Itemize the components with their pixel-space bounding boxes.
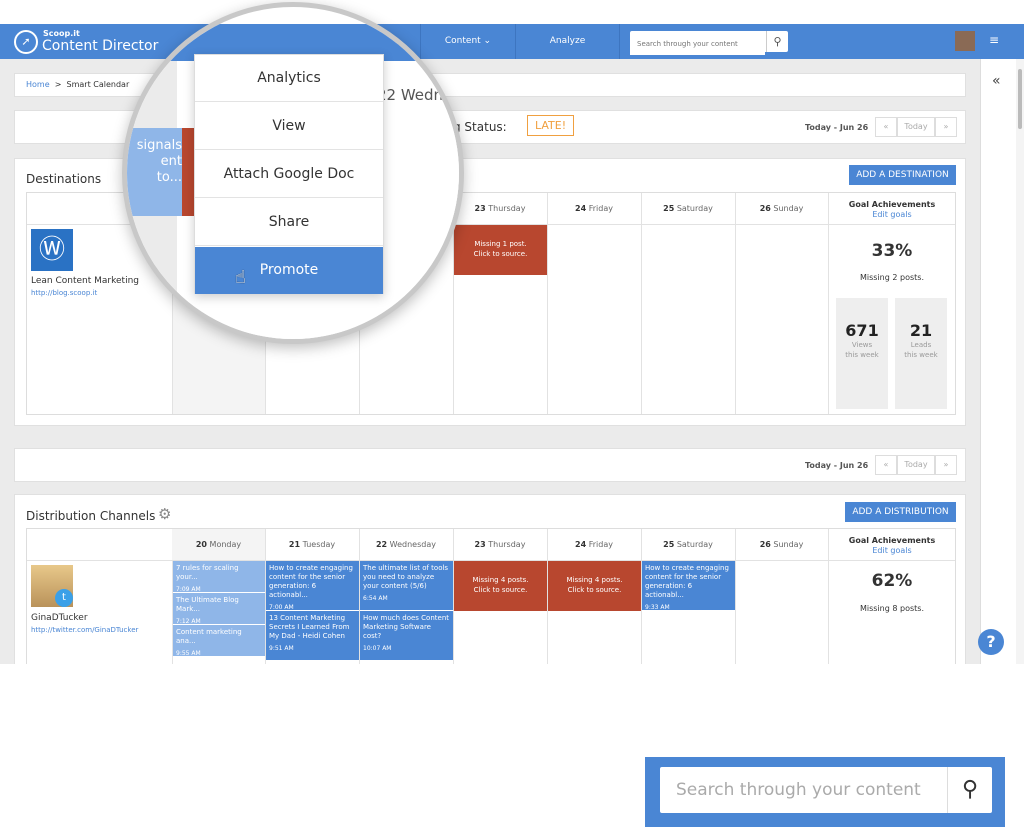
add-destination-button[interactable]: ADD A DESTINATION xyxy=(849,165,956,185)
menu-view[interactable]: View xyxy=(195,103,383,150)
post-card[interactable]: How to create engaging content for the s… xyxy=(266,561,359,611)
pager-prev[interactable]: « xyxy=(875,455,897,475)
scrollbar[interactable] xyxy=(1016,59,1024,664)
pager-next[interactable]: » xyxy=(935,117,957,137)
day-header: 21 Tuesday xyxy=(265,529,359,561)
pager-prev[interactable]: « xyxy=(875,117,897,137)
channel-avatar: t xyxy=(31,565,73,607)
context-menu: Analytics View Attach Google Doc Share P… xyxy=(194,54,384,294)
post-card[interactable]: The ultimate list of tools you need to a… xyxy=(360,561,453,611)
add-distribution-button[interactable]: ADD A DISTRIBUTION xyxy=(845,502,956,522)
day-header: 25 Saturday xyxy=(641,529,735,561)
post-card[interactable]: 7 rules for scaling your... 7:09 AM xyxy=(173,561,265,593)
date-partial: 22 Wedn xyxy=(377,86,444,104)
logo-small: Scoop.it xyxy=(43,29,80,38)
pager-date: Today - Jun 26 xyxy=(805,461,869,470)
menu-analytics[interactable]: Analytics xyxy=(195,55,383,102)
post-card[interactable]: How to create engaging content for the s… xyxy=(642,561,735,611)
search-input[interactable] xyxy=(630,33,765,55)
magnifier: 22 Wedn signals ent to... Analytics View A… xyxy=(122,2,464,344)
post-card[interactable]: The Ultimate Blog Mark... 7:12 AM xyxy=(173,593,265,625)
search-placeholder-zoomed[interactable]: Search through your content xyxy=(676,780,921,800)
search-icon[interactable]: ⚲ xyxy=(947,767,992,813)
status-badge: LATE! xyxy=(527,115,575,136)
destination-name: Lean Content Marketing xyxy=(31,276,139,286)
day-header: 23 Thursday xyxy=(453,193,547,225)
twitter-icon: t xyxy=(55,589,73,607)
edit-goals-link[interactable]: Edit goals xyxy=(872,546,911,555)
pager-next[interactable]: » xyxy=(935,455,957,475)
day-header: 23 Thursday xyxy=(453,529,547,561)
goal-percent: 33% xyxy=(871,241,913,261)
views-stat: 671 Views this week xyxy=(836,298,888,409)
pager-date: Today - Jun 26 xyxy=(805,123,869,132)
missing-post-cell[interactable]: Missing 4 posts. Click to source. xyxy=(548,561,641,611)
day-header: 20 Monday xyxy=(172,529,265,561)
hand-cursor-icon: ☝ xyxy=(235,267,246,288)
menu-share[interactable]: Share xyxy=(195,199,383,246)
menu-attach-google-doc[interactable]: Attach Google Doc xyxy=(195,151,383,198)
day-header: 24 Friday xyxy=(547,193,641,225)
pager-today[interactable]: Today xyxy=(897,117,935,137)
leads-stat: 21 Leads this week xyxy=(895,298,947,409)
goal-header: Goal Achievements Edit goals xyxy=(848,200,936,219)
search-box-zoomed: Search through your content ⚲ xyxy=(645,757,1005,827)
pager-today[interactable]: Today xyxy=(897,455,935,475)
gear-icon[interactable]: ⚙ xyxy=(158,505,171,523)
day-header: 26 Sunday xyxy=(735,529,828,561)
channels-title: Distribution Channels xyxy=(26,509,156,523)
wordpress-icon: Ⓦ xyxy=(31,229,73,271)
channels-grid: 20 Monday 21 Tuesday 22 Wednesday 23 Thu… xyxy=(26,528,956,664)
breadcrumb-sep: > xyxy=(54,80,62,89)
menu-icon[interactable]: ≡ xyxy=(989,33,999,47)
collapse-icon[interactable]: « xyxy=(992,73,1001,89)
right-sidebar: « ? xyxy=(978,59,1016,664)
day-header: 25 Saturday xyxy=(641,193,735,225)
goal-header: Goal Achievements Edit goals xyxy=(848,536,936,555)
missing-post-cell[interactable]: Missing 4 posts. Click to source. xyxy=(454,561,547,611)
breadcrumb-current: Smart Calendar xyxy=(66,80,130,89)
goal-missing: Missing 8 posts. xyxy=(860,604,924,613)
search-box: ⚲ xyxy=(630,31,788,55)
missing-post-cell[interactable]: Missing 1 post. Click to source. xyxy=(454,225,547,275)
help-button[interactable]: ? xyxy=(978,629,1004,655)
destination-url[interactable]: http://blog.scoop.it xyxy=(31,289,97,297)
destinations-title: Destinations xyxy=(26,172,102,186)
post-card-zoomed: signals ent to... xyxy=(127,128,182,216)
pager-panel: Today - Jun 26 « Today » xyxy=(14,448,966,482)
post-card[interactable]: How much does Content Marketing Software… xyxy=(360,611,453,661)
day-header: 24 Friday xyxy=(547,529,641,561)
day-header: 26 Sunday xyxy=(735,193,828,225)
goal-percent: 62% xyxy=(871,571,913,591)
post-card[interactable]: Content marketing ana... 9:55 AM xyxy=(173,625,265,657)
edit-goals-link[interactable]: Edit goals xyxy=(872,210,911,219)
channels-panel: Distribution Channels ⚙ ADD A DISTRIBUTI… xyxy=(14,494,966,664)
nav-analyze[interactable]: Analyze xyxy=(515,24,620,59)
avatar[interactable] xyxy=(955,31,975,51)
channel-name: GinaDTucker xyxy=(31,613,88,623)
compass-icon: ➚ xyxy=(14,30,38,54)
day-header: 22 Wednesday xyxy=(359,529,453,561)
menu-promote[interactable]: Promote xyxy=(195,247,383,294)
breadcrumb-home[interactable]: Home xyxy=(26,80,50,89)
status-label: g Status: xyxy=(453,120,507,134)
goal-missing: Missing 2 posts. xyxy=(860,273,924,282)
post-card[interactable]: 13 Content Marketing Secrets I Learned F… xyxy=(266,611,359,661)
search-icon[interactable]: ⚲ xyxy=(766,31,788,52)
channel-url[interactable]: http://twitter.com/GinaDTucker xyxy=(31,626,138,634)
